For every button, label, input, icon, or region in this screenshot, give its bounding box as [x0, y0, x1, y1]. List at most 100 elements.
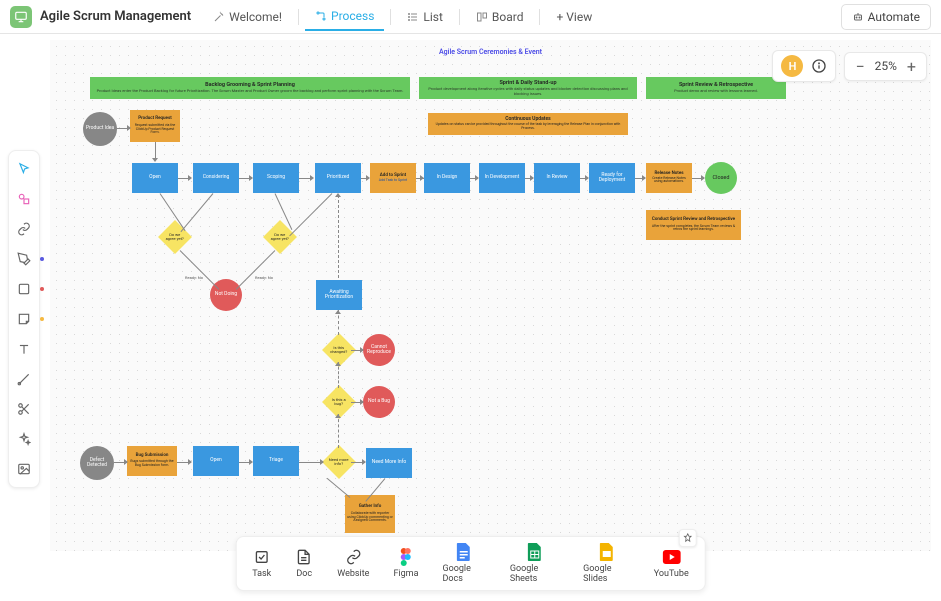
node-in-review[interactable]: In Review: [534, 163, 580, 193]
node-not-a-bug[interactable]: Not a Bug: [363, 386, 395, 418]
node-considering[interactable]: Considering: [193, 163, 239, 193]
tool-cursor[interactable]: [12, 157, 36, 181]
bottom-item-task[interactable]: Task: [252, 548, 271, 579]
tab-label: Welcome!: [229, 10, 282, 24]
tool-image[interactable]: [12, 457, 36, 481]
tool-scissors[interactable]: [12, 397, 36, 421]
header-bar: Agile Scrum Management Welcome! Process …: [0, 0, 941, 34]
header-sprint[interactable]: Sprint & Daily Stand-up Product developm…: [419, 77, 637, 99]
decision-label: Is this a bug?: [329, 398, 349, 407]
node-cannot-reproduce[interactable]: Cannot Reproduce: [363, 334, 395, 366]
node-open[interactable]: Open: [132, 163, 178, 193]
zoom-out-button[interactable]: −: [855, 57, 864, 76]
tab-welcome[interactable]: Welcome!: [203, 4, 292, 30]
tab-process[interactable]: Process: [305, 3, 384, 31]
avatar-group: H: [772, 50, 836, 82]
decision-label: Do we agree yet?: [270, 233, 290, 242]
tool-rect[interactable]: [12, 277, 36, 301]
arrow-head-icon: [188, 175, 192, 181]
whiteboard-canvas[interactable]: Agile Scrum Ceremonies & Event Backlog G…: [50, 40, 931, 551]
bottom-item-website[interactable]: Website: [337, 548, 369, 579]
decision-label: Need more info?: [329, 458, 349, 467]
node-sub: After the sprint completes, the Scrum Te…: [648, 223, 739, 233]
arrow: [180, 250, 220, 290]
zoom-in-button[interactable]: +: [907, 57, 916, 76]
node-need-more-info[interactable]: Need More Info: [366, 448, 412, 478]
tool-pen[interactable]: [12, 247, 36, 271]
arrow-head-icon: [335, 310, 341, 314]
process-icon: [315, 10, 327, 22]
node-triage-open[interactable]: Open: [193, 446, 239, 476]
arrow: [236, 250, 276, 290]
tool-ai[interactable]: [12, 427, 36, 451]
node-in-design[interactable]: In Design: [424, 163, 470, 193]
bottom-item-gslides[interactable]: Google Slides: [583, 543, 630, 584]
node-ready-for-deployment[interactable]: Ready for Deployment: [589, 163, 635, 193]
header-sub: Product Ideas enter the Product Backlog …: [97, 88, 404, 93]
bottom-item-figma[interactable]: Figma: [393, 548, 418, 579]
top-right-controls: H − 25% +: [772, 50, 927, 82]
pin-button[interactable]: [679, 529, 697, 547]
arrow-head-icon: [475, 175, 479, 181]
node-product-request[interactable]: Product Request Request submitted via th…: [130, 110, 180, 142]
arrow-head-icon: [152, 158, 158, 162]
node-prioritized[interactable]: Prioritized: [315, 163, 361, 193]
tab-add-view[interactable]: + View: [546, 4, 602, 30]
bottom-item-gsheets[interactable]: Google Sheets: [510, 543, 559, 584]
separator: [390, 9, 391, 25]
arrow-head-icon: [335, 193, 341, 197]
node-sub: Updates on status can be provided throug…: [430, 123, 626, 131]
tool-shapes[interactable]: [12, 187, 36, 211]
arrow-head-icon: [335, 362, 341, 366]
node-defect-detected[interactable]: Defect Detected: [80, 446, 114, 480]
node-continuous-updates[interactable]: Continuous Updates Updates on status can…: [428, 113, 628, 135]
tab-board[interactable]: Board: [466, 4, 534, 30]
decision-label: Do we agree yet?: [165, 233, 185, 242]
bottom-label: YouTube: [654, 569, 689, 579]
node-bug-submission[interactable]: Bug Submission Bugs submitted through th…: [127, 446, 177, 476]
arrow-head-icon: [420, 175, 424, 181]
header-sub: Product demo and review with lessons lea…: [674, 88, 758, 93]
tool-note[interactable]: [12, 307, 36, 331]
bottom-item-gdocs[interactable]: Google Docs: [442, 543, 485, 584]
bottom-item-youtube[interactable]: YouTube: [654, 548, 689, 579]
node-gather-info[interactable]: Gather Info Collaborate with reporter us…: [345, 495, 395, 533]
node-triage[interactable]: Triage: [253, 446, 299, 476]
arrow-head-icon: [362, 459, 366, 465]
wand-icon: [213, 11, 225, 23]
automate-button[interactable]: Automate: [841, 4, 931, 30]
node-sub: Add Task to Sprint: [379, 179, 407, 183]
arrow: [180, 193, 213, 232]
node-closed[interactable]: Closed: [705, 162, 737, 194]
node-in-development[interactable]: In Development: [479, 163, 525, 193]
node-product-idea[interactable]: Product Idea: [83, 112, 117, 146]
node-scoping[interactable]: Scoping: [253, 163, 299, 193]
arrow-head-icon: [188, 459, 192, 465]
figma-icon: [397, 548, 415, 566]
header-backlog[interactable]: Backlog Grooming & Sprint Planning Produ…: [90, 77, 410, 99]
gdocs-icon: [455, 543, 473, 561]
avatar[interactable]: H: [781, 55, 803, 77]
tab-label: Process: [331, 9, 374, 23]
automate-label: Automate: [868, 10, 920, 24]
arrow-head-icon: [124, 459, 128, 465]
tab-label: + View: [556, 10, 592, 24]
tool-connector[interactable]: [12, 367, 36, 391]
node-sub: Bugs submitted through the Bug Submissio…: [129, 459, 175, 468]
header-review[interactable]: Sprint Review & Retrospective Product de…: [646, 77, 786, 99]
tool-text[interactable]: [12, 337, 36, 361]
tool-link[interactable]: [12, 217, 36, 241]
node-awaiting[interactable]: Awaiting Prioritization: [316, 280, 362, 310]
node-release-notes[interactable]: Release Notes Create Release Notes using…: [646, 163, 692, 193]
decision-agree-right[interactable]: Do we agree yet?: [263, 220, 297, 254]
node-conduct-review[interactable]: Conduct Sprint Review and Retrospective …: [646, 210, 741, 240]
arrow: [289, 193, 332, 236]
node-add-to-sprint[interactable]: Add to Sprint Add Task to Sprint: [370, 163, 416, 193]
bottom-item-doc[interactable]: Doc: [295, 548, 313, 579]
arrow: [327, 478, 351, 498]
arrow-head-icon: [127, 125, 131, 131]
arrow: [338, 195, 339, 278]
info-icon[interactable]: [811, 58, 827, 74]
tab-list[interactable]: List: [397, 4, 453, 30]
zoom-level: 25%: [875, 59, 897, 73]
